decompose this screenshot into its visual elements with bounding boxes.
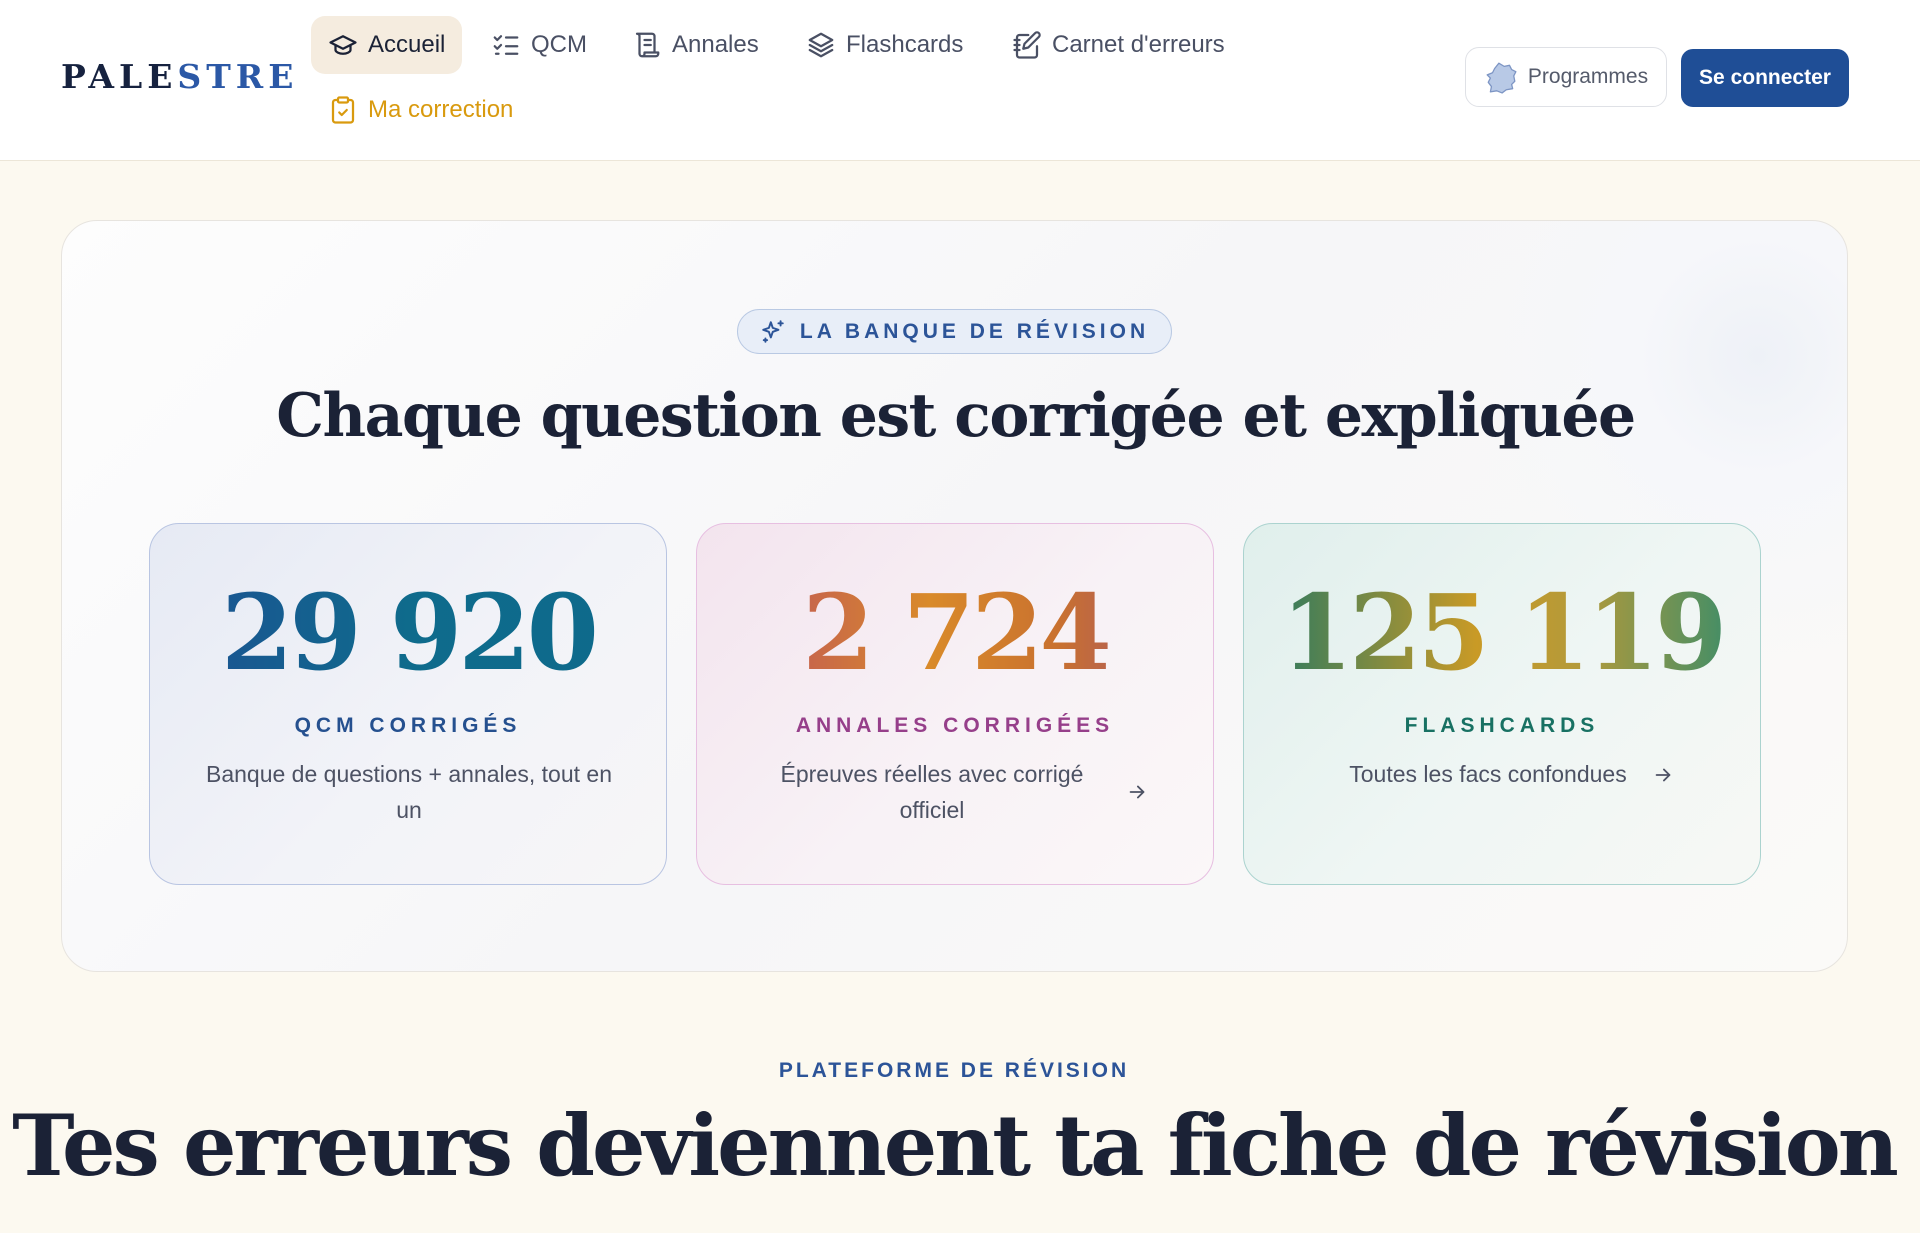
stat-label: ANNALES CORRIGÉES [795, 714, 1115, 737]
nav-item-qcm[interactable]: QCM [474, 16, 604, 74]
arrow-right-icon [1129, 785, 1145, 799]
nav-item-ma-correction[interactable]: Ma correction [311, 81, 530, 139]
france-map-icon [1486, 62, 1517, 94]
nav-item-annales[interactable]: Annales [615, 16, 776, 74]
clipboard-check-icon [331, 96, 355, 124]
top-navbar: PALESTRE Accueil QCM Annales Flashcards … [0, 0, 1920, 161]
section-title: Tes erreurs deviennent ta fiche de révis… [12, 1096, 1899, 1195]
section-badge-label: LA BANQUE DE RÉVISION [799, 319, 1150, 343]
programmes-button[interactable]: Programmes [1465, 47, 1667, 107]
nav-label-qcm: QCM [531, 31, 587, 58]
logo[interactable]: PALESTRE [61, 57, 298, 96]
stat-value: 29 920 [150, 575, 666, 690]
programmes-label: Programmes [1527, 65, 1649, 88]
stat-value: 125 119 [1244, 575, 1760, 690]
nav-label-flashcards: Flashcards [846, 31, 964, 58]
notebook-pen-icon [1013, 31, 1041, 59]
nav-item-flashcards[interactable]: Flashcards [789, 16, 980, 74]
stat-description: Épreuves réelles avec corrigé officiel [780, 761, 1084, 823]
stat-card-qcm[interactable]: 29 920 QCM CORRIGÉS Banque de questions … [149, 523, 667, 885]
stat-value: 2 724 [697, 575, 1213, 690]
nav-item-accueil[interactable]: Accueil [311, 16, 463, 74]
stat-label: QCM CORRIGÉS [294, 714, 522, 737]
scroll-icon [635, 32, 660, 58]
nav-item-carnet-erreurs[interactable]: Carnet d'erreurs [995, 16, 1242, 74]
logo-text-part2: STRE [177, 57, 299, 96]
stat-label: FLASHCARDS [1404, 714, 1600, 737]
stat-description: Toutes les facs confondues [1349, 761, 1627, 787]
stat-card-annales[interactable]: 2 724 ANNALES CORRIGÉES Épreuves réelles… [696, 523, 1214, 885]
arrow-right-icon [1655, 768, 1671, 782]
stat-description: Banque de questions + annales, tout en u… [205, 761, 612, 823]
layers-icon [808, 32, 834, 58]
checklist-icon [493, 35, 519, 55]
section-badge: LA BANQUE DE RÉVISION [737, 309, 1172, 354]
nav-label-carnet-erreurs: Carnet d'erreurs [1052, 31, 1225, 58]
hero-title: Chaque question est corrigée et expliqué… [276, 381, 1636, 451]
nav-label-annales: Annales [672, 31, 759, 58]
nav-label-ma-correction: Ma correction [368, 96, 514, 123]
graduation-cap-icon [329, 35, 357, 55]
stat-card-flashcards[interactable]: 125 119 FLASHCARDS Toutes les facs confo… [1243, 523, 1761, 885]
revision-bank-card: LA BANQUE DE RÉVISION Chaque question es… [61, 220, 1848, 972]
nav-label-accueil: Accueil [368, 31, 446, 58]
login-button[interactable]: Se connecter [1681, 49, 1849, 107]
section-eyebrow: PLATEFORME DE RÉVISION [778, 1059, 1130, 1082]
logo-text-part1: PALE [61, 57, 178, 96]
sparkles-icon [762, 319, 784, 343]
